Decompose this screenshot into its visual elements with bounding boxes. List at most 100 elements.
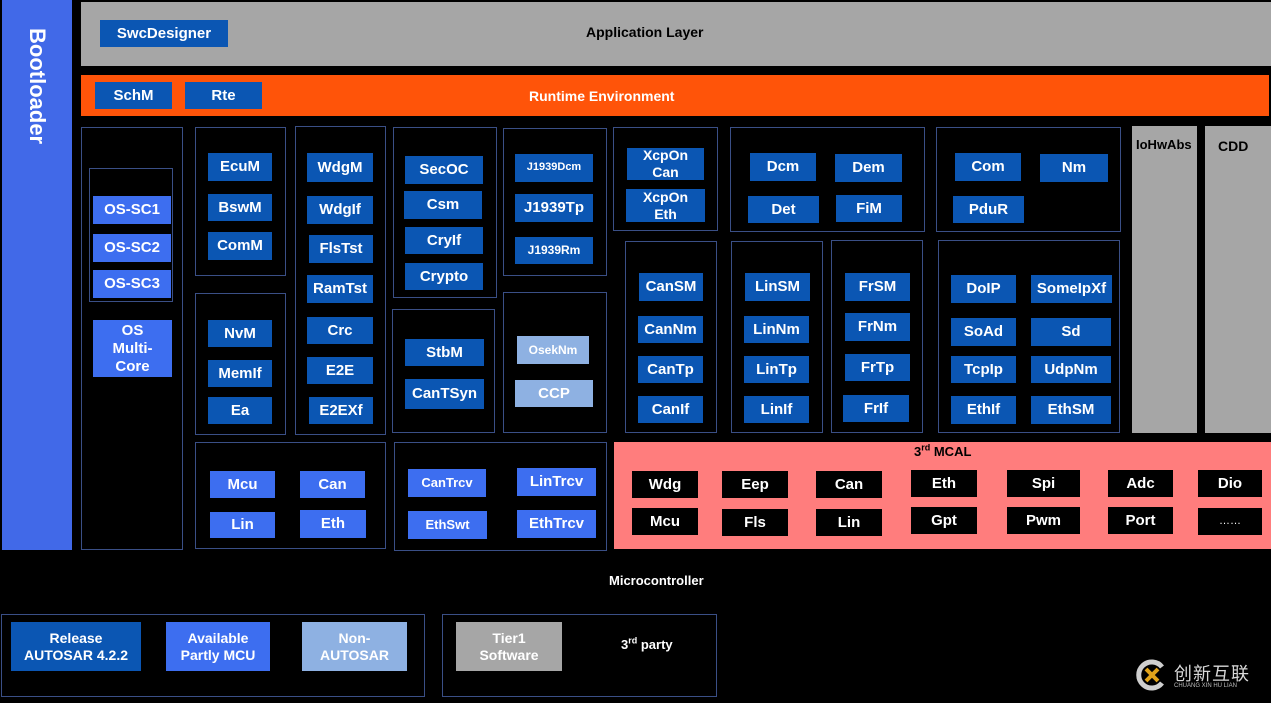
- module-dcm[interactable]: Dcm: [750, 153, 816, 181]
- module-secoc[interactable]: SecOC: [405, 156, 483, 184]
- module-fim[interactable]: FiM: [836, 195, 902, 222]
- module-rte[interactable]: Rte: [185, 82, 262, 109]
- module-oseknm[interactable]: OsekNm: [517, 336, 589, 364]
- mcal-adc[interactable]: Adc: [1108, 470, 1173, 497]
- module-can[interactable]: Can: [300, 471, 365, 498]
- module-e2exf[interactable]: E2EXf: [309, 397, 373, 424]
- module-cryif[interactable]: CryIf: [405, 227, 483, 254]
- module-linnm[interactable]: LinNm: [744, 316, 809, 343]
- module-nvm[interactable]: NvM: [208, 320, 272, 347]
- module-csm[interactable]: Csm: [404, 191, 482, 219]
- module-memif[interactable]: MemIf: [208, 360, 272, 387]
- mcal-fls[interactable]: Fls: [722, 509, 788, 536]
- module-os-sc1[interactable]: OS-SC1: [93, 196, 171, 224]
- module-pdur[interactable]: PduR: [953, 196, 1024, 223]
- module-lintrcv[interactable]: LinTrcv: [517, 468, 596, 496]
- module-nm[interactable]: Nm: [1040, 154, 1108, 182]
- module-os-sc2[interactable]: OS-SC2: [93, 234, 171, 262]
- module-j1939rm[interactable]: J1939Rm: [515, 237, 593, 264]
- mcal-gpt[interactable]: Gpt: [911, 507, 977, 534]
- module-os-sc3[interactable]: OS-SC3: [93, 270, 171, 298]
- module-udpnm[interactable]: UdpNm: [1031, 356, 1111, 383]
- module-cantrcv[interactable]: CanTrcv: [408, 469, 486, 497]
- module-linif[interactable]: LinIf: [744, 396, 809, 423]
- mcal-eth[interactable]: Eth: [911, 470, 977, 497]
- module-ramtst[interactable]: RamTst: [307, 275, 373, 303]
- module-linsm[interactable]: LinSM: [745, 273, 810, 301]
- legend-tier1: Tier1 Software: [456, 622, 562, 671]
- iohwabs-label: IoHwAbs: [1136, 137, 1192, 152]
- mcal-port[interactable]: Port: [1108, 507, 1173, 534]
- mcal-dio[interactable]: Dio: [1198, 470, 1262, 497]
- module-lintp[interactable]: LinTp: [744, 356, 809, 383]
- module-cantp[interactable]: CanTp: [638, 356, 703, 383]
- module-j1939tp[interactable]: J1939Tp: [515, 194, 593, 222]
- mcal-can[interactable]: Can: [816, 471, 882, 498]
- runtime-environment: SchM Rte Runtime Environment: [81, 75, 1269, 116]
- module-frtp[interactable]: FrTp: [845, 354, 910, 381]
- module-dem[interactable]: Dem: [835, 154, 902, 182]
- module-cansm[interactable]: CanSM: [639, 273, 703, 301]
- module-lin[interactable]: Lin: [210, 512, 275, 538]
- module-ea[interactable]: Ea: [208, 397, 272, 424]
- module-ccp[interactable]: CCP: [515, 380, 593, 407]
- module-e2e[interactable]: E2E: [307, 357, 373, 384]
- legend-non-autosar: Non- AUTOSAR: [302, 622, 407, 671]
- bootloader-bar: Bootloader: [2, 0, 72, 550]
- module-crypto[interactable]: Crypto: [405, 263, 483, 290]
- module-stbm[interactable]: StbM: [405, 339, 484, 366]
- module-bswm[interactable]: BswM: [208, 194, 272, 221]
- third-mcal-title: 3rd MCAL: [914, 442, 972, 459]
- module-det[interactable]: Det: [748, 196, 819, 223]
- module-frnm[interactable]: FrNm: [845, 313, 910, 341]
- module-cantsyn[interactable]: CanTSyn: [405, 379, 484, 409]
- module-schm[interactable]: SchM: [95, 82, 172, 109]
- mcal-eep[interactable]: Eep: [722, 471, 788, 498]
- microcontroller-label: Microcontroller: [609, 573, 704, 588]
- time-sync-group: [392, 309, 495, 433]
- module-com[interactable]: Com: [955, 153, 1021, 181]
- module-ecum[interactable]: EcuM: [208, 153, 272, 181]
- runtime-environment-title: Runtime Environment: [529, 88, 675, 104]
- module-cannm[interactable]: CanNm: [638, 316, 703, 343]
- module-crc[interactable]: Crc: [307, 317, 373, 344]
- module-frif[interactable]: FrIf: [843, 395, 909, 422]
- legend-available: Available Partly MCU: [166, 622, 270, 671]
- module-doip[interactable]: DoIP: [951, 275, 1016, 303]
- third-party-mcal: 3rd MCAL Wdg Eep Can Eth Spi Adc Dio Mcu…: [614, 442, 1271, 549]
- module-wdgif[interactable]: WdgIf: [307, 196, 373, 224]
- module-xcpon-eth[interactable]: XcpOn Eth: [626, 189, 705, 222]
- module-sd[interactable]: Sd: [1031, 318, 1111, 346]
- mcal-mcu[interactable]: Mcu: [632, 508, 698, 535]
- module-ethswt[interactable]: EthSwt: [408, 511, 487, 539]
- module-ethsm[interactable]: EthSM: [1031, 396, 1111, 424]
- legend-release: Release AUTOSAR 4.2.2: [11, 622, 141, 671]
- module-flstst[interactable]: FlsTst: [309, 235, 373, 263]
- module-someipxf[interactable]: SomeIpXf: [1031, 275, 1112, 303]
- module-os-multicore[interactable]: OS Multi-Core: [93, 320, 172, 377]
- mcal-spi[interactable]: Spi: [1007, 470, 1080, 497]
- module-tcpip[interactable]: TcpIp: [951, 356, 1016, 383]
- module-j1939dcm[interactable]: J1939Dcm: [515, 154, 593, 182]
- module-eth[interactable]: Eth: [300, 510, 366, 538]
- module-mcu[interactable]: Mcu: [210, 471, 275, 498]
- module-soad[interactable]: SoAd: [951, 318, 1016, 346]
- mcal-wdg[interactable]: Wdg: [632, 471, 698, 498]
- mcal-lin[interactable]: Lin: [816, 509, 882, 536]
- watermark-logo: 创新互联 CHUANG XIN HU LIAN: [1135, 658, 1265, 694]
- module-wdgm[interactable]: WdgM: [307, 153, 373, 182]
- application-layer-title: Application Layer: [586, 24, 704, 40]
- module-ethif[interactable]: EthIf: [951, 396, 1016, 424]
- module-swcdesigner[interactable]: SwcDesigner: [100, 20, 228, 47]
- module-xcpon-can[interactable]: XcpOn Can: [627, 147, 704, 180]
- module-canif[interactable]: CanIf: [638, 396, 703, 423]
- module-comm[interactable]: ComM: [208, 232, 272, 260]
- legend-third-party: 3rd party: [621, 635, 673, 652]
- mcal-more[interactable]: ……: [1198, 508, 1262, 535]
- mcal-pwm[interactable]: Pwm: [1007, 507, 1080, 534]
- iohwabs-column[interactable]: IoHwAbs: [1132, 126, 1197, 433]
- module-ethtrcv[interactable]: EthTrcv: [517, 510, 596, 538]
- watermark-en: CHUANG XIN HU LIAN: [1174, 683, 1238, 689]
- module-frsm[interactable]: FrSM: [845, 273, 910, 301]
- cdd-column[interactable]: CDD: [1205, 126, 1271, 433]
